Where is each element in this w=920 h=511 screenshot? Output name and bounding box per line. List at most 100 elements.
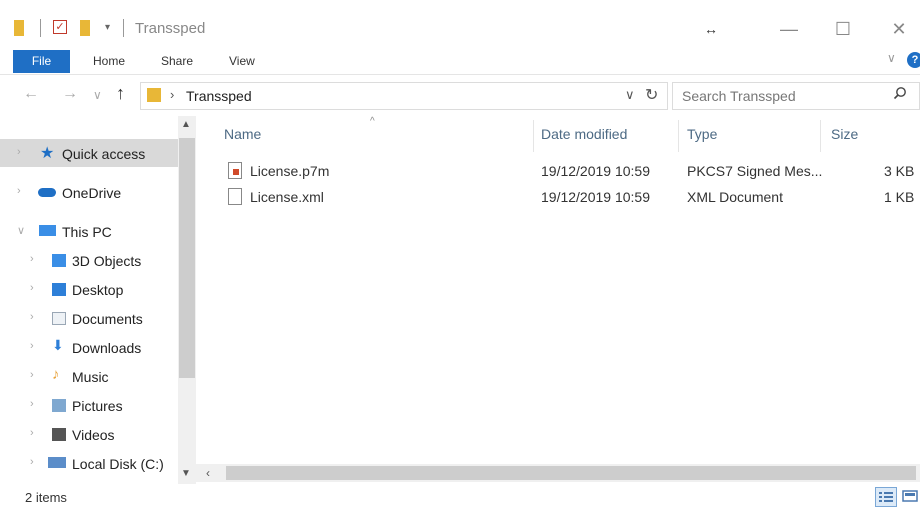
sidebar-item-label: Music — [72, 369, 109, 385]
3d-objects-icon — [52, 254, 66, 267]
disk-icon — [48, 457, 66, 468]
xml-file-icon — [228, 188, 242, 205]
chevron-right-icon[interactable]: › — [30, 282, 34, 294]
chevron-right-icon[interactable]: › — [17, 146, 21, 158]
downloads-icon: ⬇ — [52, 337, 64, 353]
file-size: 1 KB — [884, 189, 915, 205]
column-header-date[interactable]: Date modified — [541, 126, 627, 142]
chevron-right-icon[interactable]: › — [30, 369, 34, 381]
videos-icon — [52, 428, 66, 441]
sidebar-item-label: Documents — [72, 311, 143, 327]
sidebar-item-downloads[interactable]: › ⬇ Downloads — [0, 333, 178, 361]
file-type: XML Document — [687, 189, 783, 205]
chevron-right-icon[interactable]: › — [30, 340, 34, 352]
sidebar-item-label: Videos — [72, 427, 115, 443]
sort-ascending-icon: ^ — [370, 116, 375, 127]
chevron-right-icon[interactable]: › — [30, 398, 34, 410]
scroll-left-icon[interactable]: ‹ — [206, 466, 210, 480]
sidebar-item-desktop[interactable]: › Desktop — [0, 275, 178, 303]
back-button[interactable]: ← — [23, 85, 39, 103]
sidebar-item-music[interactable]: › ♪ Music — [0, 362, 178, 390]
sidebar-item-documents[interactable]: › Documents — [0, 304, 178, 332]
file-date: 19/12/2019 10:59 — [541, 189, 650, 205]
search-placeholder: Search Transsped — [682, 88, 796, 104]
large-icons-view-button[interactable] — [900, 487, 920, 505]
status-bar: 2 items — [0, 484, 920, 509]
refresh-button[interactable]: ↻ — [645, 85, 658, 105]
search-input[interactable]: Search Transsped — [672, 82, 920, 110]
navigation-bar: ← → ∨ ↑ › Transsped ∨ ↻ Search Transsped — [0, 80, 920, 112]
chevron-right-icon[interactable]: › — [30, 311, 34, 323]
tab-view[interactable]: View — [229, 50, 255, 73]
sidebar-item-videos[interactable]: › Videos — [0, 420, 178, 448]
sidebar-item-label: Local Disk (C:) — [72, 456, 164, 472]
maximize-button[interactable]: ☐ — [820, 14, 866, 44]
sidebar-item-onedrive[interactable]: › OneDrive — [0, 178, 178, 206]
expand-ribbon-button[interactable]: ∨ — [887, 51, 896, 65]
file-list: ^ Name Date modified Type Size License.p… — [196, 116, 920, 484]
forward-button[interactable]: → — [62, 85, 78, 103]
tab-home[interactable]: Home — [93, 50, 125, 73]
music-icon: ♪ — [52, 366, 60, 383]
certificate-file-icon — [228, 162, 242, 179]
column-header-type[interactable]: Type — [687, 126, 717, 142]
chevron-right-icon[interactable]: › — [30, 456, 34, 468]
sidebar-item-label: This PC — [62, 224, 112, 240]
sidebar-item-quick-access[interactable]: › ★ Quick access — [0, 139, 178, 167]
sidebar-item-3d-objects[interactable]: › 3D Objects — [0, 246, 178, 274]
column-header-size[interactable]: Size — [831, 126, 858, 142]
title-bar: ✓ ▾ Transsped ↔ — ☐ ✕ — [0, 12, 920, 46]
sidebar-item-label: Downloads — [72, 340, 142, 356]
documents-icon — [52, 312, 66, 325]
recent-locations-button[interactable]: ∨ — [93, 88, 102, 102]
divider[interactable] — [820, 120, 821, 152]
table-row[interactable]: License.p7m 19/12/2019 10:59 PKCS7 Signe… — [224, 160, 920, 184]
chevron-right-icon[interactable]: › — [30, 253, 34, 265]
scrollbar-thumb[interactable] — [179, 138, 195, 378]
folder-icon — [14, 20, 24, 36]
search-icon[interactable] — [893, 86, 907, 104]
horizontal-scrollbar[interactable]: ‹ — [196, 464, 920, 482]
details-view-button[interactable] — [875, 487, 897, 507]
window-title: Transsped — [135, 20, 206, 37]
properties-checkbox-icon[interactable]: ✓ — [53, 20, 67, 34]
divider — [40, 19, 41, 37]
file-date: 19/12/2019 10:59 — [541, 163, 650, 179]
address-dropdown-button[interactable]: ∨ — [625, 87, 635, 103]
divider[interactable] — [678, 120, 679, 152]
sidebar-item-label: OneDrive — [62, 185, 122, 201]
address-bar[interactable]: › Transsped ∨ ↻ — [140, 82, 668, 110]
cloud-icon — [38, 188, 56, 197]
file-name: License.p7m — [250, 163, 330, 179]
pictures-icon — [52, 399, 66, 412]
help-icon[interactable]: ? — [907, 52, 920, 68]
sidebar-item-label: Quick access — [62, 146, 146, 162]
minimize-button[interactable]: — — [766, 14, 812, 44]
scrollbar-thumb[interactable] — [226, 466, 916, 480]
sidebar-item-local-disk[interactable]: › Local Disk (C:) — [0, 449, 178, 477]
divider[interactable] — [533, 120, 534, 152]
scroll-up-icon[interactable]: ▲ — [181, 119, 191, 130]
scroll-down-icon[interactable]: ▼ — [181, 468, 191, 479]
breadcrumb-transsped[interactable]: Transsped — [186, 88, 252, 104]
chevron-right-icon[interactable]: › — [17, 185, 21, 197]
star-icon: ★ — [40, 145, 55, 162]
tab-file[interactable]: File — [13, 50, 70, 73]
new-folder-icon[interactable] — [80, 20, 90, 36]
table-row[interactable]: License.xml 19/12/2019 10:59 XML Documen… — [224, 186, 920, 210]
chevron-right-icon[interactable]: › — [30, 427, 34, 439]
customize-toolbar-icon[interactable]: ▾ — [105, 22, 110, 33]
sidebar-item-label: 3D Objects — [72, 253, 142, 269]
up-button[interactable]: ↑ — [116, 83, 125, 104]
breadcrumb-separator[interactable]: › — [170, 87, 174, 102]
close-button[interactable]: ✕ — [876, 14, 920, 44]
file-size: 3 KB — [884, 163, 915, 179]
sidebar-item-pictures[interactable]: › Pictures — [0, 391, 178, 419]
sidebar-item-this-pc[interactable]: ∨ This PC — [0, 217, 178, 245]
tab-share[interactable]: Share — [161, 50, 193, 73]
chevron-down-icon[interactable]: ∨ — [17, 224, 25, 237]
column-header-name[interactable]: Name — [224, 126, 261, 142]
file-type: PKCS7 Signed Mes... — [687, 163, 823, 179]
navigation-pane: › ★ Quick access › OneDrive ∨ This PC › … — [0, 116, 196, 484]
navigation-scrollbar[interactable]: ▲ ▼ — [178, 116, 196, 484]
